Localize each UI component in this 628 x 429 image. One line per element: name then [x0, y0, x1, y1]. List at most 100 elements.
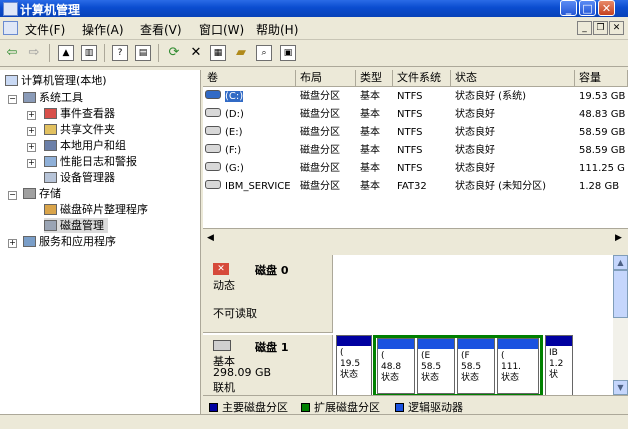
users-icon — [44, 140, 57, 151]
volume-icon — [205, 162, 221, 171]
delete-icon[interactable]: ✕ — [188, 45, 204, 61]
open-folder-icon[interactable]: ▰ — [233, 45, 249, 61]
partition-c[interactable]: (19.5 状态 — [336, 335, 372, 397]
column-header-capacity[interactable]: 容量 — [575, 70, 628, 87]
device-manager-icon — [44, 172, 57, 183]
up-folder-icon[interactable]: ▲ — [58, 45, 74, 61]
tree-item-disk-management[interactable]: 磁盘管理 — [44, 218, 108, 233]
expand-icon[interactable]: + — [27, 159, 36, 168]
collapse-icon[interactable]: − — [8, 95, 17, 104]
child-minimize-button[interactable]: _ — [577, 21, 592, 35]
tree-item-services[interactable]: 服务和应用程序 — [23, 234, 116, 249]
tree-item-shared-folders[interactable]: 共享文件夹 — [44, 122, 115, 137]
refresh-icon[interactable]: ⟳ — [166, 45, 182, 61]
disk-graphical-view: ✕ 磁盘 0 动态 不可读取 磁盘 1 基本 298.09 GB 联机 (19.… — [203, 255, 613, 397]
column-header-layout[interactable]: 布局 — [296, 70, 356, 87]
column-header-volume[interactable]: 卷 — [203, 70, 296, 87]
performance-icon — [44, 156, 57, 167]
menu-action[interactable]: 操作(A) — [82, 21, 124, 38]
menu-file[interactable]: 文件(F) — [25, 21, 65, 38]
defrag-icon — [44, 204, 57, 215]
partition-e[interactable]: (E 58.5 状态 — [417, 338, 455, 394]
computer-icon — [5, 75, 18, 86]
back-icon[interactable]: ⇦ — [4, 45, 20, 61]
table-row[interactable]: (D:) 磁盘分区 基本 NTFS 状态良好 48.83 GB — [203, 106, 628, 124]
legend-extended: 扩展磁盘分区 — [301, 399, 380, 415]
legend-primary: 主要磁盘分区 — [209, 399, 288, 415]
table-row[interactable]: (E:) 磁盘分区 基本 NTFS 状态良好 58.59 GB — [203, 124, 628, 142]
column-header-filesystem[interactable]: 文件系统 — [393, 70, 451, 87]
scroll-thumb[interactable] — [613, 270, 628, 318]
scroll-right-icon[interactable]: ▶ — [615, 233, 622, 243]
title-bar: 计算机管理 _ □ ✕ — [0, 0, 628, 17]
minimize-button[interactable]: _ — [560, 0, 577, 16]
collapse-icon[interactable]: − — [8, 191, 17, 200]
expand-icon[interactable]: + — [27, 111, 36, 120]
menu-window[interactable]: 窗口(W) — [199, 21, 244, 38]
show-tree-icon[interactable]: ▥ — [81, 45, 97, 61]
event-viewer-icon — [44, 108, 57, 119]
disk-1-info[interactable]: 磁盘 1 基本 298.09 GB 联机 — [203, 335, 333, 397]
tree-item-storage[interactable]: 存储 — [23, 186, 61, 201]
expand-icon[interactable]: + — [8, 239, 17, 248]
disk-management-icon — [44, 220, 57, 231]
partition-ibm-service[interactable]: IB 1.2 状 — [545, 335, 573, 397]
console-icon[interactable] — [3, 21, 18, 35]
window-title: 计算机管理 — [20, 3, 81, 17]
legend: 主要磁盘分区 扩展磁盘分区 逻辑驱动器 — [203, 395, 628, 414]
help-icon[interactable]: ▣ — [280, 45, 296, 61]
column-header-status[interactable]: 状态 — [451, 70, 575, 87]
disk-icon — [213, 340, 231, 351]
maximize-button[interactable]: □ — [579, 0, 596, 16]
column-header-type[interactable]: 类型 — [356, 70, 393, 87]
child-restore-button[interactable]: ❐ — [593, 21, 608, 35]
expand-icon[interactable]: + — [27, 143, 36, 152]
properties-sheet-icon[interactable]: ▦ — [210, 45, 226, 61]
close-button[interactable]: ✕ — [598, 0, 615, 16]
legend-logical: 逻辑驱动器 — [395, 399, 463, 415]
scroll-up-icon[interactable]: ▲ — [613, 255, 628, 270]
storage-icon — [23, 188, 36, 199]
tools-icon — [23, 92, 36, 103]
scroll-down-icon[interactable]: ▼ — [613, 380, 628, 395]
shared-folder-icon — [44, 124, 57, 135]
table-row[interactable]: (G:) 磁盘分区 基本 NTFS 状态良好 111.25 G — [203, 160, 628, 178]
status-bar — [0, 414, 628, 429]
menu-view[interactable]: 查看(V) — [140, 21, 182, 38]
expand-icon[interactable]: + — [27, 127, 36, 136]
menu-help[interactable]: 帮助(H) — [256, 21, 298, 38]
volume-icon — [205, 180, 221, 189]
mdi-controls: _ ❐ ✕ — [576, 20, 624, 35]
partition-d[interactable]: (48.8 状态 — [377, 338, 415, 394]
properties-icon[interactable]: ? — [112, 45, 128, 61]
table-row[interactable]: (F:) 磁盘分区 基本 NTFS 状态良好 58.59 GB — [203, 142, 628, 160]
computer-management-icon — [3, 2, 18, 16]
partition-g[interactable]: (111. 状态 — [497, 338, 539, 394]
vertical-scrollbar[interactable]: ▲ ▼ — [613, 255, 628, 395]
volume-icon — [205, 144, 221, 153]
horizontal-scrollbar[interactable]: ◀ ▶ — [203, 228, 628, 256]
tree-item-device-manager[interactable]: 设备管理器 — [44, 170, 115, 185]
child-close-button[interactable]: ✕ — [609, 21, 624, 35]
disk-0-info[interactable]: ✕ 磁盘 0 动态 不可读取 — [203, 255, 333, 333]
scroll-left-icon[interactable]: ◀ — [207, 233, 214, 243]
services-icon — [23, 236, 36, 247]
search-icon[interactable]: ⌕ — [256, 45, 272, 61]
partition-f[interactable]: (F 58.5 状态 — [457, 338, 495, 394]
tree-item-root[interactable]: 计算机管理(本地) — [5, 73, 107, 88]
volume-icon — [205, 108, 221, 117]
volume-icon — [205, 90, 221, 99]
list-view-icon[interactable]: ▤ — [135, 45, 151, 61]
console-tree: 计算机管理(本地) − 系统工具 + 事件查看器 + 共享文件夹 + 本地用户和… — [0, 70, 201, 414]
menu-bar: 文件(F) 操作(A) 查看(V) 窗口(W) 帮助(H) _ ❐ ✕ — [0, 17, 628, 40]
table-row[interactable]: (C:) 磁盘分区 基本 NTFS 状态良好 (系统) 19.53 GB — [203, 88, 628, 106]
tree-item-system-tools[interactable]: 系统工具 — [23, 90, 83, 105]
volume-icon — [205, 126, 221, 135]
tree-item-perf-logs[interactable]: 性能日志和警报 — [44, 154, 137, 169]
forward-icon[interactable]: ⇨ — [26, 45, 42, 61]
table-row[interactable]: IBM_SERVICE 磁盘分区 基本 FAT32 状态良好 (未知分区) 1.… — [203, 178, 628, 196]
tree-item-event-viewer[interactable]: 事件查看器 — [44, 106, 115, 121]
disk-error-icon: ✕ — [213, 263, 229, 275]
tree-item-defrag[interactable]: 磁盘碎片整理程序 — [44, 202, 148, 217]
tree-item-local-users[interactable]: 本地用户和组 — [44, 138, 126, 153]
